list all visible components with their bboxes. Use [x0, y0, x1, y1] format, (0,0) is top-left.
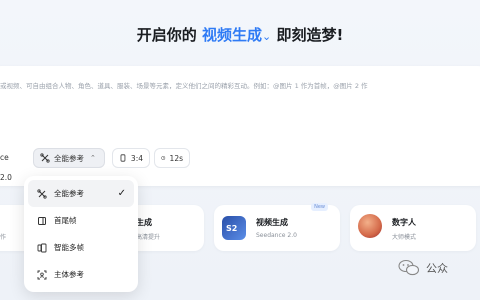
wechat-icon	[398, 259, 420, 276]
dropdown-item-label: 智能多帧	[54, 243, 84, 252]
reference-mode-button[interactable]: 全能参考 ⌃	[33, 148, 105, 168]
aspect-ratio-button[interactable]: 3:4	[112, 148, 150, 168]
omni-reference-icon	[40, 153, 50, 163]
chevron-down-icon[interactable]: ⌄	[262, 30, 271, 43]
frame-split-icon	[38, 216, 46, 225]
multiframe-icon	[37, 243, 47, 252]
page-title: 开启你的 视频生成⌄ 即刻造梦!	[0, 24, 480, 45]
dropdown-item-label: 主体参考	[54, 270, 84, 279]
dropdown-item-smart-multiframe[interactable]: 智能多帧	[28, 234, 134, 261]
portrait-frame-icon	[120, 154, 126, 162]
feature-card-title: 生成	[136, 218, 152, 227]
dropdown-item-subject-reference[interactable]: 主体参考	[28, 261, 134, 288]
dropdown-item-label: 首尾帧	[54, 216, 77, 225]
dropdown-item-first-last-frame[interactable]: 首尾帧	[28, 207, 134, 234]
new-badge: New	[311, 203, 328, 211]
feature-card-sub: 高清提升	[136, 234, 161, 241]
watermark: 公众	[398, 258, 448, 278]
seedance-logo-icon: S2	[222, 216, 246, 240]
feature-card-video-gen[interactable]: New S2 视频生成 Seedance 2.0	[214, 203, 340, 251]
prompt-input[interactable]: 或视频、可自由组合人物、角色、道具、服装、场景等元素，定义他们之间的精彩互动。例…	[0, 80, 480, 90]
feature-card-sub: 作	[0, 234, 7, 241]
feature-card-title: 视频生成	[256, 218, 288, 227]
hero-suffix: 即刻造梦!	[276, 26, 344, 44]
watermark-text: 公众	[426, 262, 448, 275]
reference-mode-dropdown: 全能参考 ✓ 首尾帧 智能多帧 主体参考	[24, 176, 138, 292]
reference-mode-label: 全能参考	[54, 153, 84, 163]
aspect-ratio-label: 3:4	[130, 153, 143, 163]
omni-reference-icon	[37, 188, 47, 199]
model-selector[interactable]: ce 2.0	[0, 148, 12, 182]
subject-focus-icon	[37, 270, 47, 279]
duration-button[interactable]: 12s	[154, 148, 190, 168]
avatar-icon	[358, 214, 382, 238]
prompt-card: 或视频、可自由组合人物、角色、道具、服装、场景等元素，定义他们之间的精彩互动。例…	[0, 66, 480, 186]
duration-label: 12s	[169, 153, 183, 163]
feature-card-title: 数字人	[392, 218, 416, 227]
check-icon: ✓	[117, 188, 126, 199]
svg-text:S2: S2	[226, 224, 237, 233]
feature-card-sub: Seedance 2.0	[256, 232, 297, 239]
hero-prefix: 开启你的	[136, 26, 197, 44]
feature-card-digital-human[interactable]: 数字人 大师模式	[350, 205, 476, 251]
feature-card-sub: 大师模式	[392, 234, 417, 241]
dropdown-item-label: 全能参考	[54, 189, 84, 198]
chevron-up-icon: ⌃	[90, 154, 96, 162]
clock-icon	[161, 156, 166, 160]
mode-selector[interactable]: 视频生成	[202, 26, 262, 44]
dropdown-item-omni-reference[interactable]: 全能参考 ✓	[28, 180, 134, 207]
